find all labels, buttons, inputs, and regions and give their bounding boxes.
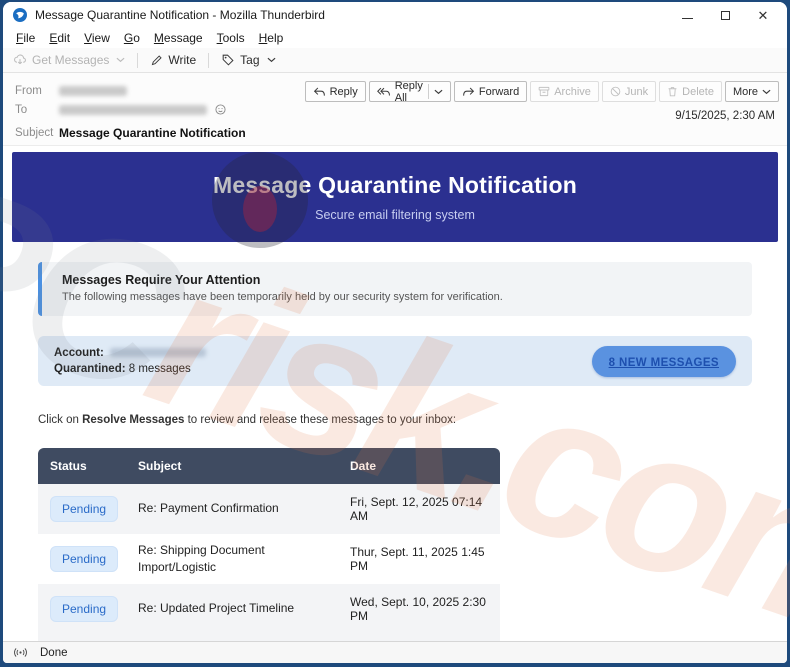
table-row-partial — [38, 634, 500, 641]
reply-all-button[interactable]: Reply All — [368, 80, 451, 104]
resolve-messages-emphasis: Resolve Messages — [82, 414, 185, 426]
subject-row: Subject Message Quarantine Notification — [15, 123, 389, 142]
header-subject: Subject — [138, 459, 182, 473]
status-badge: Pending — [50, 546, 119, 572]
menu-view[interactable]: View — [77, 30, 117, 46]
alert-title: Messages Require Your Attention — [62, 273, 261, 287]
account-line: Account: — [54, 345, 206, 361]
more-button[interactable]: More — [724, 81, 779, 102]
menu-edit[interactable]: Edit — [42, 30, 77, 46]
table-header-row: Status Subject Date — [38, 448, 500, 484]
trash-icon — [667, 86, 678, 97]
new-messages-button[interactable]: 8 NEW MESSAGES — [591, 345, 736, 377]
title-bar: Message Quarantine Notification - Mozill… — [3, 2, 787, 28]
row-date: Thur, Sept. 11, 2025 1:45 PM — [350, 545, 485, 573]
table-row: Pending Re: Updated Project Timeline Wed… — [38, 584, 500, 634]
broadcast-icon — [13, 647, 28, 658]
menu-message[interactable]: Message — [147, 30, 210, 46]
banner-subtitle: Secure email filtering system — [315, 208, 475, 222]
to-label: To — [15, 103, 28, 116]
account-label: Account: — [54, 347, 104, 359]
reply-icon — [313, 87, 326, 97]
delete-button[interactable]: Delete — [659, 81, 722, 102]
window-title: Message Quarantine Notification - Mozill… — [35, 8, 325, 22]
screenshot-root: { "window": { "title": "Message Quaranti… — [0, 0, 790, 667]
redacted-account-address — [109, 348, 206, 358]
quarantined-line: Quarantined: 8 messages — [54, 361, 206, 377]
email-banner: Message Quarantine Notification Secure e… — [12, 152, 778, 242]
quarantined-value: 8 messages — [128, 363, 191, 375]
instruction-line: Click on Resolve Messages to review and … — [38, 414, 457, 426]
alert-text: The following messages have been tempora… — [62, 291, 503, 303]
junk-icon — [610, 86, 621, 97]
menu-file[interactable]: File — [9, 30, 42, 46]
status-badge: Pending — [50, 496, 119, 522]
header-date: Date — [350, 459, 377, 473]
toolbar-separator — [208, 52, 210, 68]
row-date: Fri, Sept. 12, 2025 07:14 AM — [350, 495, 483, 523]
header-status: Status — [50, 459, 87, 473]
status-bar: Done — [3, 641, 787, 663]
maximize-icon[interactable] — [720, 10, 730, 20]
reply-all-icon — [376, 87, 391, 97]
row-date: Wed, Sept. 10, 2025 2:30 PM — [350, 595, 486, 623]
get-messages-button[interactable]: Get Messages — [13, 53, 125, 67]
banner-title: Message Quarantine Notification — [212, 172, 578, 198]
menu-tools[interactable]: Tools — [210, 30, 252, 46]
email-body: Message Quarantine Notification Secure e… — [3, 146, 787, 641]
tag-button[interactable]: Tag — [221, 53, 276, 67]
redacted-to-address — [59, 104, 207, 115]
status-text: Done — [40, 646, 68, 659]
message-actions: Reply Reply All Forward Archive Junk Del… — [304, 80, 779, 104]
subject-label: Subject — [15, 126, 54, 139]
more-dropdown-icon — [762, 89, 771, 95]
minimize-icon[interactable] — [682, 12, 693, 19]
tag-dropdown-icon[interactable] — [267, 57, 276, 63]
close-icon[interactable]: ✕ — [757, 9, 769, 22]
thunderbird-logo-icon — [13, 8, 27, 22]
archive-button[interactable]: Archive — [530, 81, 599, 102]
forward-button[interactable]: Forward — [453, 81, 528, 102]
table-row: Pending Re: Payment Confirmation Fri, Se… — [38, 484, 500, 534]
junk-button[interactable]: Junk — [601, 81, 657, 102]
status-badge: Pending — [50, 596, 119, 622]
menu-help[interactable]: Help — [252, 30, 291, 46]
row-subject: Re: Updated Project Timeline — [138, 601, 295, 616]
to-row: To — [15, 100, 389, 119]
quarantined-label: Quarantined: — [54, 363, 126, 375]
redacted-from-address — [59, 85, 127, 96]
menu-bar: File Edit View Go Message Tools Help — [3, 28, 787, 48]
forward-icon — [462, 87, 475, 97]
toolbar-separator — [137, 52, 139, 68]
from-label: From — [15, 84, 42, 97]
get-messages-icon — [13, 53, 27, 67]
contact-smiley-icon[interactable] — [215, 104, 226, 115]
row-subject: Re: Payment Confirmation — [138, 501, 279, 516]
archive-icon — [538, 86, 550, 97]
table-row: Pending Re: Shipping Document Import/Log… — [38, 534, 500, 584]
menu-go[interactable]: Go — [117, 30, 147, 46]
message-date: 9/15/2025, 2:30 AM — [675, 110, 775, 122]
quarantine-table: Status Subject Date Pending Re: Payment … — [38, 448, 500, 641]
message-header-pane: From To Subject Message Quarantine Notif… — [3, 73, 787, 146]
row-subject: Re: Shipping Document Import/Logistic — [138, 542, 265, 574]
tag-icon — [221, 53, 235, 67]
subject-value: Message Quarantine Notification — [59, 125, 246, 140]
account-summary-box: Account: Quarantined: 8 messages 8 NEW M… — [38, 336, 752, 386]
reply-button[interactable]: Reply — [304, 81, 366, 102]
new-messages-button-label: 8 NEW MESSAGES — [608, 356, 719, 369]
attention-alert-box: Messages Require Your Attention The foll… — [38, 262, 752, 316]
write-button[interactable]: Write — [150, 53, 196, 67]
write-pencil-icon — [150, 54, 163, 67]
reply-all-dropdown-icon[interactable] — [434, 89, 443, 95]
thunderbird-window: Message Quarantine Notification - Mozill… — [3, 2, 787, 663]
mail-toolbar: Get Messages Write Tag — [3, 48, 787, 73]
get-messages-dropdown-icon[interactable] — [116, 57, 125, 63]
button-divider — [428, 84, 429, 99]
